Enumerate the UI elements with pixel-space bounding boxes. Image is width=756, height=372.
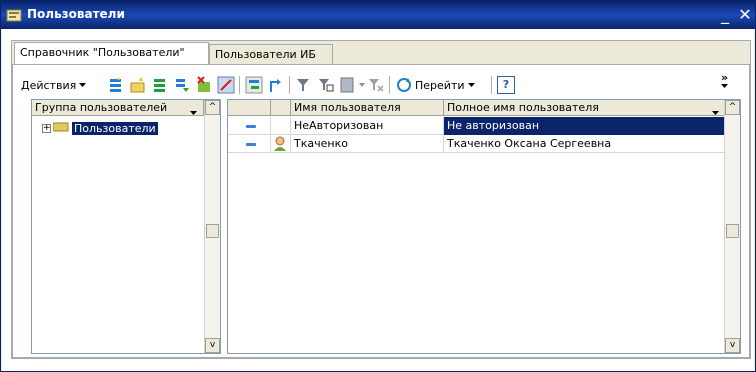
scroll-up-button[interactable]: ^ — [205, 100, 220, 115]
table-row[interactable]: Ткаченко Ткаченко Оксана Сергеевна — [228, 135, 726, 153]
tab-infobase-users[interactable]: Пользователи ИБ — [209, 44, 333, 64]
add-item-button[interactable] — [129, 75, 147, 95]
help-button[interactable]: ? — [497, 75, 515, 95]
refresh-button[interactable] — [395, 75, 413, 95]
tab-users-catalog[interactable]: Справочник "Пользователи" — [14, 42, 209, 64]
status-dash-icon — [246, 125, 256, 128]
level-up-button[interactable] — [267, 75, 285, 95]
add-child-button[interactable] — [151, 75, 169, 95]
tree-item-users[interactable]: + Пользователи — [42, 120, 158, 136]
goto-menu-button[interactable]: Перейти — [415, 75, 475, 95]
hierarchy-icon — [245, 76, 263, 94]
username-cell: Ткаченко — [291, 135, 444, 153]
filter-history-icon — [339, 76, 357, 94]
add-item-icon — [129, 76, 147, 94]
table-row[interactable]: НеАвторизован Не авторизован — [228, 117, 726, 135]
hierarchy-button[interactable] — [245, 75, 263, 95]
row-icon-cell — [271, 135, 291, 153]
status-dash-icon — [246, 143, 256, 146]
add-group-button[interactable] — [107, 75, 125, 95]
refresh-icon — [395, 76, 413, 94]
edit-button[interactable] — [217, 75, 235, 95]
tree-item-label: Пользователи — [72, 121, 158, 135]
minimize-button[interactable]: _ — [715, 5, 735, 25]
delete-icon — [195, 76, 213, 94]
filter-value-icon — [317, 76, 335, 94]
overflow-label: » — [721, 71, 729, 84]
chevron-down-icon — [190, 105, 197, 115]
group-tree[interactable]: Группа пользователей + Пользователи ^ v — [31, 99, 221, 354]
clear-filter-button[interactable] — [367, 75, 385, 95]
scroll-down-button[interactable]: v — [205, 338, 220, 353]
tree-scrollbar[interactable]: ^ v — [204, 100, 220, 353]
filter-icon — [295, 76, 313, 94]
chevron-down-icon — [359, 83, 365, 87]
move-button[interactable] — [173, 75, 191, 95]
toolbar: Действия Перейти ? » — [21, 71, 746, 97]
tree-header-label: Группа пользователей — [35, 101, 168, 114]
toolbar-separator — [389, 76, 390, 94]
column-header-fullname-label: Полное имя пользователя — [447, 101, 599, 114]
filter-value-button[interactable] — [317, 75, 335, 95]
column-header-username[interactable]: Имя пользователя — [291, 100, 444, 116]
scroll-thumb[interactable] — [726, 224, 739, 238]
fullname-cell: Ткаченко Оксана Сергеевна — [444, 135, 726, 153]
add-group-icon — [107, 76, 125, 94]
user-avatar-icon — [273, 136, 287, 153]
row-icon-cell — [271, 117, 291, 135]
row-state-cell — [228, 135, 271, 153]
fullname-cell: Не авторизован — [444, 117, 726, 135]
row-state-cell — [228, 117, 271, 135]
close-button[interactable]: ✕ — [735, 5, 755, 25]
tree-header[interactable]: Группа пользователей — [32, 100, 204, 116]
chevron-down-icon — [79, 83, 87, 87]
grid-scrollbar[interactable]: ^ v — [724, 100, 740, 353]
goto-label: Перейти — [415, 78, 465, 92]
toolbar-separator — [289, 76, 290, 94]
toolbar-separator — [239, 76, 240, 94]
chevron-down-icon — [467, 83, 475, 87]
actions-label: Действия — [21, 78, 77, 92]
toolbar-separator — [491, 76, 492, 94]
window-title: Пользователи — [27, 7, 125, 21]
add-child-icon — [151, 76, 169, 94]
scroll-up-button[interactable]: ^ — [725, 100, 740, 115]
users-window: Пользователи _ ✕ Справочник "Пользовател… — [0, 0, 756, 372]
chevron-down-icon — [721, 84, 729, 88]
folder-icon — [52, 122, 69, 135]
actions-menu-button[interactable]: Действия — [21, 75, 87, 95]
toolbar-overflow-button[interactable]: » — [721, 71, 728, 91]
level-up-icon — [267, 76, 285, 94]
window-icon — [6, 7, 22, 23]
help-icon: ? — [497, 76, 515, 94]
filter-history-button[interactable] — [339, 75, 365, 95]
clear-filter-icon — [367, 76, 385, 94]
users-grid[interactable]: Имя пользователя Полное имя пользователя… — [227, 99, 741, 354]
chevron-down-icon — [712, 105, 719, 115]
scroll-down-button[interactable]: v — [725, 338, 740, 353]
edit-icon — [217, 76, 235, 94]
expand-icon[interactable]: + — [42, 123, 51, 133]
delete-button[interactable] — [195, 75, 213, 95]
column-header-fullname[interactable]: Полное имя пользователя — [444, 100, 726, 116]
filter-button[interactable] — [295, 75, 313, 95]
username-cell: НеАвторизован — [291, 117, 444, 135]
column-header-icon[interactable] — [271, 100, 291, 116]
title-bar[interactable]: Пользователи _ ✕ — [1, 1, 755, 29]
column-header-state[interactable] — [228, 100, 271, 116]
move-icon — [173, 76, 191, 94]
scroll-thumb[interactable] — [206, 224, 219, 238]
